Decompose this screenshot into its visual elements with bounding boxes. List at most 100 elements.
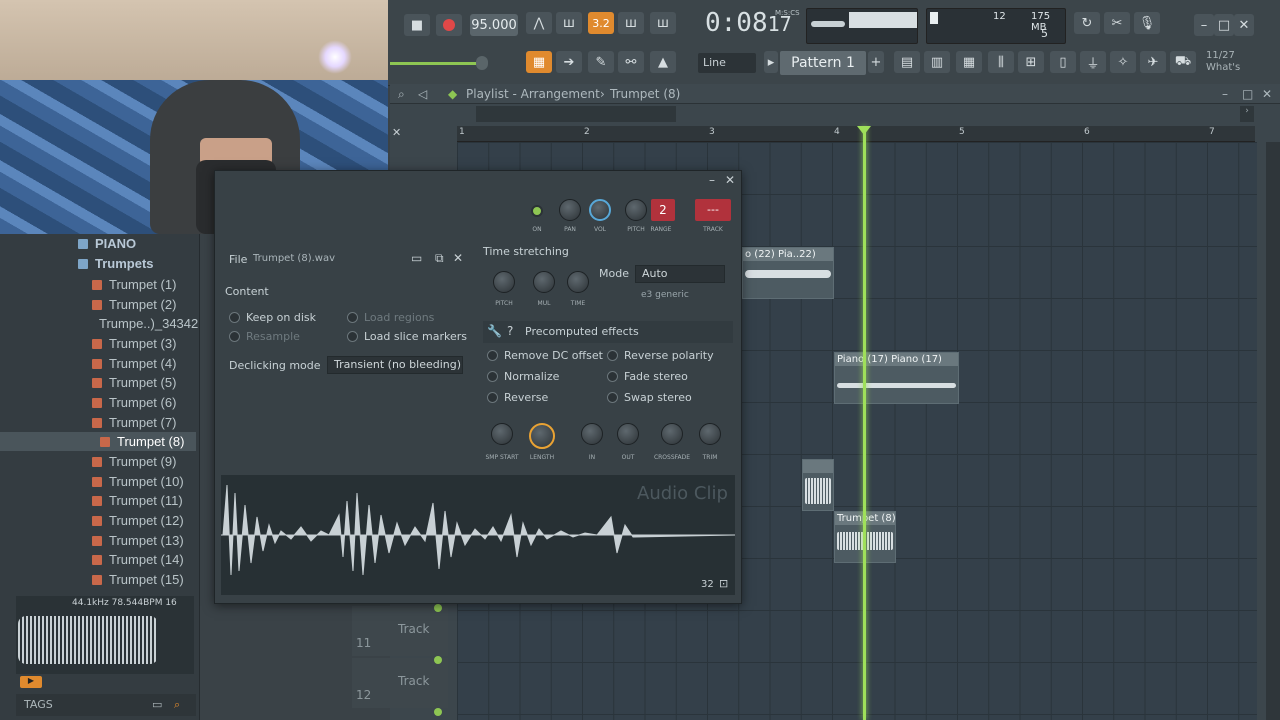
track-mute-led[interactable] (434, 656, 442, 664)
browser-item[interactable]: Trumpet (7) (0, 413, 196, 432)
mixer-icon[interactable]: ⫼ (988, 51, 1014, 73)
on-toggle[interactable] (531, 205, 543, 217)
master-volume-slider[interactable] (390, 62, 485, 65)
browser-item[interactable]: Trumpet (1) (0, 275, 196, 294)
record-button[interactable] (436, 14, 462, 36)
file-name[interactable]: Trumpet (8).wav (253, 253, 335, 264)
volume-knob[interactable] (589, 199, 611, 221)
pattern-prev-icon[interactable]: ▸ (764, 51, 778, 73)
snap-mode-select[interactable]: Line (698, 53, 756, 73)
audio-clip-piano-17[interactable]: Piano (17) Piano (17) (834, 352, 959, 404)
tempo-display[interactable]: 95.000 (470, 14, 518, 36)
metronome-icon[interactable]: ⋀ (526, 12, 552, 34)
pattern-selector[interactable]: Pattern 1 (780, 51, 866, 75)
load-slice-markers-option[interactable]: Load slice markers (347, 330, 467, 343)
resample-option[interactable]: Resample (229, 330, 300, 343)
close-icon[interactable]: ✕ (1234, 14, 1254, 36)
arrow-right-icon[interactable]: ➔ (556, 51, 582, 73)
swap-stereo-option[interactable]: Swap stereo (607, 391, 692, 404)
detach-icon[interactable]: ⧉ (435, 251, 444, 266)
snap-indicator[interactable]: 3.2 (588, 12, 614, 34)
magnifier-icon[interactable]: ⌕ (398, 84, 405, 104)
channel-rack-icon[interactable]: ▦ (956, 51, 982, 73)
open-folder-icon[interactable]: ▭ (411, 251, 422, 265)
shop-icon[interactable]: ⛟ (1170, 51, 1196, 73)
browser-item[interactable]: Trumpet (15) (0, 570, 196, 589)
declicking-mode-select[interactable]: Transient (no bleeding) (327, 356, 463, 374)
minimize-icon[interactable]: – (1194, 14, 1214, 36)
trim-knob[interactable] (699, 423, 721, 445)
browser-item[interactable]: Trumpe..)_34342 (0, 314, 198, 333)
cut-tool-icon[interactable]: ✂ (1104, 12, 1130, 34)
close-icon[interactable]: ✕ (1262, 84, 1272, 104)
browser-item[interactable]: Trumpet (11) (0, 491, 196, 510)
playlist-title-bar[interactable]: ⌕ ◁ ◆ Playlist - Arrangement › Trumpet (… (390, 84, 1280, 104)
close-track-icon[interactable]: ✕ (392, 126, 406, 140)
track-header-11[interactable]: Track 11 (352, 606, 448, 656)
pitch-knob[interactable] (625, 199, 647, 221)
tags-bar[interactable]: TAGS ▭ ⌕ (16, 694, 196, 716)
browser-item[interactable]: Trumpet (9) (0, 452, 196, 471)
stop-button[interactable]: ■ (404, 14, 430, 36)
sample-start-knob[interactable] (491, 423, 513, 445)
playhead[interactable] (863, 126, 866, 720)
speaker-icon[interactable]: ◁ (418, 84, 427, 104)
in-knob[interactable] (581, 423, 603, 445)
remove-dc-offset-option[interactable]: Remove DC offset (487, 349, 603, 362)
folder-icon[interactable]: ▭ (152, 694, 162, 716)
browser-item[interactable]: Trumpet (3) (0, 334, 196, 353)
plugin-icon[interactable]: ⏚ (1080, 51, 1106, 73)
timeline-ruler[interactable]: 1 2 3 4 5 6 7 (457, 126, 1255, 142)
browser-item-selected[interactable]: Trumpet (8) (0, 432, 196, 451)
loop-record-icon[interactable]: ш (618, 12, 644, 34)
length-knob[interactable] (529, 423, 555, 449)
maximize-icon[interactable]: □ (1242, 84, 1253, 104)
minimize-icon[interactable]: – (709, 173, 715, 187)
vertical-scrollbar[interactable] (1266, 142, 1280, 720)
scroll-right-icon[interactable]: › (1240, 106, 1254, 122)
browser-item[interactable]: Trumpet (14) (0, 550, 196, 569)
close-icon[interactable]: ✕ (725, 173, 735, 187)
zoom-icon[interactable]: ⊡ (719, 577, 728, 590)
browser-item[interactable]: Trumpet (13) (0, 531, 196, 550)
minimize-icon[interactable]: – (1222, 84, 1228, 104)
audio-clip-small[interactable] (802, 459, 834, 511)
track-mute-led[interactable] (434, 708, 442, 716)
out-knob[interactable] (617, 423, 639, 445)
playlist-button[interactable]: ▦ (526, 51, 552, 73)
browser-item[interactable]: Trumpet (12) (0, 511, 196, 530)
link-icon[interactable]: ⚯ (618, 51, 644, 73)
playhead-marker-icon[interactable] (857, 126, 871, 135)
stretch-mode-select[interactable]: Auto (635, 265, 725, 283)
reverse-option[interactable]: Reverse (487, 391, 548, 404)
playlist-window-icon[interactable]: ▤ (894, 51, 920, 73)
crossfade-knob[interactable] (661, 423, 683, 445)
keep-on-disk-option[interactable]: Keep on disk (229, 311, 316, 324)
maximize-icon[interactable]: □ (1214, 14, 1234, 36)
browser-item[interactable]: Trumpet (2) (0, 295, 196, 314)
wait-record-icon[interactable]: ш (556, 12, 582, 34)
piano-roll-icon[interactable]: ▥ (924, 51, 950, 73)
browser-item[interactable]: Trumpet (6) (0, 393, 196, 412)
waveform-display[interactable]: Audio Clip 32 ⊡ (221, 475, 736, 595)
add-pattern-icon[interactable]: + (868, 51, 884, 73)
load-regions-option[interactable]: Load regions (347, 311, 434, 324)
normalize-option[interactable]: Normalize (487, 370, 559, 383)
tools-icon[interactable]: ✧ (1110, 51, 1136, 73)
browser-icon[interactable]: ▯ (1050, 51, 1076, 73)
reverse-polarity-option[interactable]: Reverse polarity (607, 349, 714, 362)
stretch-pitch-knob[interactable] (493, 271, 515, 293)
preview-play-icon[interactable]: ▶ (20, 676, 42, 688)
track-mute-led[interactable] (434, 604, 442, 612)
browser-folder-piano[interactable]: PIANO (0, 234, 196, 253)
browser-item[interactable]: Trumpet (4) (0, 354, 196, 373)
audio-clip-piano-22[interactable]: o (22) Pia..22) (742, 247, 834, 299)
microphone-icon[interactable]: 🎙 (1134, 12, 1160, 34)
stretch-mul-knob[interactable] (533, 271, 555, 293)
sample-preview[interactable]: 44.1kHz 78.544BPM 16 ▶ (16, 596, 194, 688)
overview-scroller[interactable] (476, 106, 676, 122)
stretch-time-knob[interactable] (567, 271, 589, 293)
share-icon[interactable]: ✈ (1140, 51, 1166, 73)
search-icon[interactable]: ⌕ (174, 694, 180, 716)
mixer-track-display[interactable]: --- (695, 199, 731, 221)
